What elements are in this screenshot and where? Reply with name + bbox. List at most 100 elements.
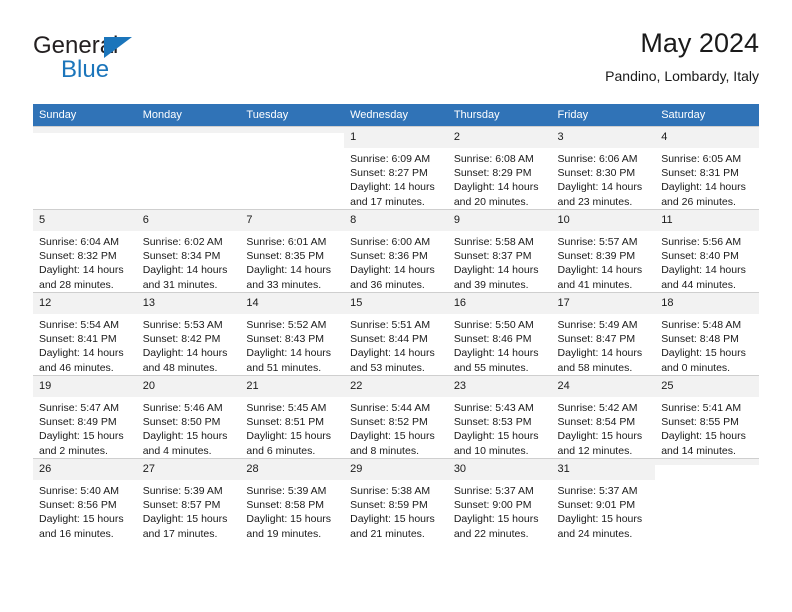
calendar-day-cell[interactable]: 14 Sunrise: 5:52 AM Sunset: 8:43 PM Dayligh…	[240, 292, 345, 376]
calendar-day-cell[interactable]: 24 Sunrise: 5:42 AM Sunset: 8:54 PM Dayligh…	[551, 375, 656, 459]
calendar-day-cell[interactable]: 26 Sunrise: 5:40 AM Sunset: 8:56 PM Dayligh…	[33, 458, 137, 541]
day-number: 22	[344, 376, 448, 398]
sun-info: Sunrise: 5:48 AM Sunset: 8:48 PM Daylight:…	[655, 315, 759, 375]
sunset-time: Sunset: 8:55 PM	[661, 416, 739, 429]
sunset-time: Sunset: 8:31 PM	[661, 167, 739, 180]
sunset-time: Sunset: 8:42 PM	[142, 333, 221, 346]
sunrise-time: Sunrise: 5:53 AM	[142, 319, 223, 331]
sun-info: Sunrise: 6:04 AM Sunset: 8:32 PM Daylight:…	[33, 232, 137, 292]
sunrise-time: Sunrise: 5:56 AM	[661, 236, 742, 248]
sunrise-time: Sunrise: 5:39 AM	[246, 485, 327, 497]
daylight-duration-line2: and 41 minutes.	[557, 278, 633, 291]
sunrise-time: Sunrise: 5:39 AM	[142, 485, 223, 497]
sunset-time: Sunset: 8:52 PM	[350, 416, 428, 429]
daylight-duration-line2: and 17 minutes.	[350, 195, 425, 208]
calendar-day-cell[interactable]: 9 Sunrise: 5:58 AM Sunset: 8:37 PM Daylight…	[447, 209, 552, 293]
calendar-day-cell[interactable]: 5 Sunrise: 6:04 AM Sunset: 8:32 PM Daylight…	[33, 209, 137, 293]
page-header: General Blue May 2024 Pandino, Lombardy,…	[33, 26, 759, 98]
calendar-day-cell[interactable]: 21 Sunrise: 5:45 AM Sunset: 8:51 PM Dayligh…	[240, 375, 345, 459]
day-cell-inner: 7 Sunrise: 6:01 AM Sunset: 8:35 PM Daylight…	[240, 210, 345, 292]
day-number: 29	[344, 459, 448, 481]
daylight-duration-line1: Daylight: 15 hours	[246, 430, 332, 443]
sunrise-time: Sunrise: 5:40 AM	[39, 485, 119, 497]
daylight-duration-line2: and 2 minutes.	[39, 444, 108, 457]
sun-info: Sunrise: 5:46 AM Sunset: 8:50 PM Daylight:…	[137, 398, 241, 458]
calendar-day-cell[interactable]: 18 Sunrise: 5:48 AM Sunset: 8:48 PM Dayligh…	[655, 292, 759, 376]
day-number	[136, 127, 241, 134]
sun-info: Sunrise: 6:06 AM Sunset: 8:30 PM Daylight:…	[552, 149, 656, 209]
calendar-day-cell[interactable]: 6 Sunrise: 6:02 AM Sunset: 8:34 PM Daylight…	[136, 209, 241, 293]
sun-info: Sunrise: 6:01 AM Sunset: 8:35 PM Daylight:…	[240, 232, 344, 292]
calendar-day-cell[interactable]: 10 Sunrise: 5:57 AM Sunset: 8:39 PM Dayligh…	[551, 209, 656, 293]
calendar-day-cell[interactable]: 12 Sunrise: 5:54 AM Sunset: 8:41 PM Dayligh…	[33, 292, 137, 376]
sunrise-time: Sunrise: 5:49 AM	[557, 319, 638, 331]
weekday-header-thursday: Thursday	[447, 104, 552, 127]
calendar-day-cell[interactable]: 2 Sunrise: 6:08 AM Sunset: 8:29 PM Daylight…	[447, 126, 552, 210]
day-cell-inner: 28 Sunrise: 5:39 AM Sunset: 8:58 PM Dayligh…	[240, 459, 345, 541]
day-cell-inner: 16 Sunrise: 5:50 AM Sunset: 8:46 PM Dayligh…	[447, 293, 552, 375]
calendar-day-cell[interactable]: 27 Sunrise: 5:39 AM Sunset: 8:57 PM Dayligh…	[136, 458, 241, 541]
daylight-duration-line2: and 19 minutes.	[246, 527, 322, 540]
day-number: 8	[344, 210, 448, 232]
calendar-day-cell[interactable]: 1 Sunrise: 6:09 AM Sunset: 8:27 PM Daylight…	[344, 126, 448, 210]
day-cell-inner: 5 Sunrise: 6:04 AM Sunset: 8:32 PM Daylight…	[33, 210, 137, 292]
calendar-day-cell[interactable]: 15 Sunrise: 5:51 AM Sunset: 8:44 PM Dayligh…	[344, 292, 448, 376]
calendar-day-cell[interactable]: 7 Sunrise: 6:01 AM Sunset: 8:35 PM Daylight…	[240, 209, 345, 293]
daylight-duration-line1: Daylight: 14 hours	[39, 347, 124, 360]
day-number: 12	[33, 293, 137, 315]
daylight-duration-line1: Daylight: 15 hours	[557, 430, 643, 443]
sun-info: Sunrise: 5:44 AM Sunset: 8:52 PM Daylight:…	[344, 398, 448, 458]
calendar-day-cell[interactable]: 22 Sunrise: 5:44 AM Sunset: 8:52 PM Dayligh…	[344, 375, 448, 459]
daylight-duration-line2: and 6 minutes.	[246, 444, 316, 457]
daylight-duration-line2: and 24 minutes.	[557, 527, 633, 540]
sun-info: Sunrise: 5:52 AM Sunset: 8:43 PM Daylight:…	[240, 315, 344, 375]
daylight-duration-line2: and 22 minutes.	[453, 527, 529, 540]
daylight-duration-line2: and 4 minutes.	[142, 444, 212, 457]
daylight-duration-line2: and 46 minutes.	[39, 361, 114, 374]
sunrise-time: Sunrise: 5:45 AM	[246, 402, 327, 414]
calendar-day-cell[interactable]: 8 Sunrise: 6:00 AM Sunset: 8:36 PM Daylight…	[344, 209, 448, 293]
sunrise-time: Sunrise: 6:06 AM	[557, 153, 638, 165]
day-cell-inner: 27 Sunrise: 5:39 AM Sunset: 8:57 PM Dayligh…	[136, 459, 241, 541]
calendar-day-cell[interactable]: 16 Sunrise: 5:50 AM Sunset: 8:46 PM Dayligh…	[447, 292, 552, 376]
calendar-day-cell[interactable]: 20 Sunrise: 5:46 AM Sunset: 8:50 PM Dayligh…	[136, 375, 241, 459]
day-number: 4	[655, 127, 759, 149]
sunset-time: Sunset: 8:59 PM	[350, 499, 428, 512]
daylight-duration-line2: and 28 minutes.	[39, 278, 114, 291]
day-cell-inner: 29 Sunrise: 5:38 AM Sunset: 8:59 PM Dayligh…	[344, 459, 448, 541]
calendar-day-cell[interactable]: 17 Sunrise: 5:49 AM Sunset: 8:47 PM Dayligh…	[551, 292, 656, 376]
daylight-duration-line2: and 53 minutes.	[350, 361, 425, 374]
sunrise-time: Sunrise: 6:00 AM	[350, 236, 431, 248]
day-number: 28	[240, 459, 345, 481]
calendar-day-cell[interactable]: 25 Sunrise: 5:41 AM Sunset: 8:55 PM Dayligh…	[655, 375, 759, 459]
day-cell-inner: 18 Sunrise: 5:48 AM Sunset: 8:48 PM Dayligh…	[655, 293, 759, 375]
generalblue-logo[interactable]: General Blue	[33, 32, 213, 90]
calendar-day-cell[interactable]: 13 Sunrise: 5:53 AM Sunset: 8:42 PM Dayligh…	[136, 292, 241, 376]
calendar-day-cell[interactable]: 11 Sunrise: 5:56 AM Sunset: 8:40 PM Dayligh…	[655, 209, 759, 293]
sunset-time: Sunset: 8:46 PM	[453, 333, 532, 346]
calendar-day-cell[interactable]: 31 Sunrise: 5:37 AM Sunset: 9:01 PM Dayligh…	[551, 458, 656, 541]
sunset-time: Sunset: 8:30 PM	[557, 167, 636, 180]
sunrise-time: Sunrise: 5:47 AM	[39, 402, 119, 414]
calendar-day-cell[interactable]: 30 Sunrise: 5:37 AM Sunset: 9:00 PM Dayligh…	[447, 458, 552, 541]
calendar-day-cell[interactable]: 4 Sunrise: 6:05 AM Sunset: 8:31 PM Daylight…	[655, 126, 759, 210]
sun-info: Sunrise: 5:37 AM Sunset: 9:01 PM Daylight:…	[552, 481, 656, 541]
day-number: 3	[551, 127, 656, 149]
daylight-duration-line1: Daylight: 14 hours	[557, 181, 643, 194]
daylight-duration-line2: and 0 minutes.	[661, 361, 731, 374]
calendar-day-cell[interactable]: 19 Sunrise: 5:47 AM Sunset: 8:49 PM Dayligh…	[33, 375, 137, 459]
day-cell-inner: 22 Sunrise: 5:44 AM Sunset: 8:52 PM Dayligh…	[344, 376, 448, 458]
sunset-time: Sunset: 8:41 PM	[39, 333, 117, 346]
daylight-duration-line2: and 58 minutes.	[557, 361, 633, 374]
day-number: 30	[447, 459, 552, 481]
day-cell-inner: 23 Sunrise: 5:43 AM Sunset: 8:53 PM Dayligh…	[447, 376, 552, 458]
daylight-duration-line1: Daylight: 14 hours	[350, 181, 435, 194]
daylight-duration-line1: Daylight: 14 hours	[453, 264, 539, 277]
calendar-day-cell[interactable]: 23 Sunrise: 5:43 AM Sunset: 8:53 PM Dayligh…	[447, 375, 552, 459]
calendar-day-cell[interactable]: 3 Sunrise: 6:06 AM Sunset: 8:30 PM Daylight…	[551, 126, 656, 210]
calendar-day-cell[interactable]: 28 Sunrise: 5:39 AM Sunset: 8:58 PM Dayligh…	[240, 458, 345, 541]
calendar-day-cell[interactable]: 29 Sunrise: 5:38 AM Sunset: 8:59 PM Dayligh…	[344, 458, 448, 541]
weekday-header-saturday: Saturday	[655, 104, 759, 127]
sun-info: Sunrise: 5:57 AM Sunset: 8:39 PM Daylight:…	[552, 232, 656, 292]
day-cell-inner: 31 Sunrise: 5:37 AM Sunset: 9:01 PM Dayligh…	[551, 459, 656, 541]
